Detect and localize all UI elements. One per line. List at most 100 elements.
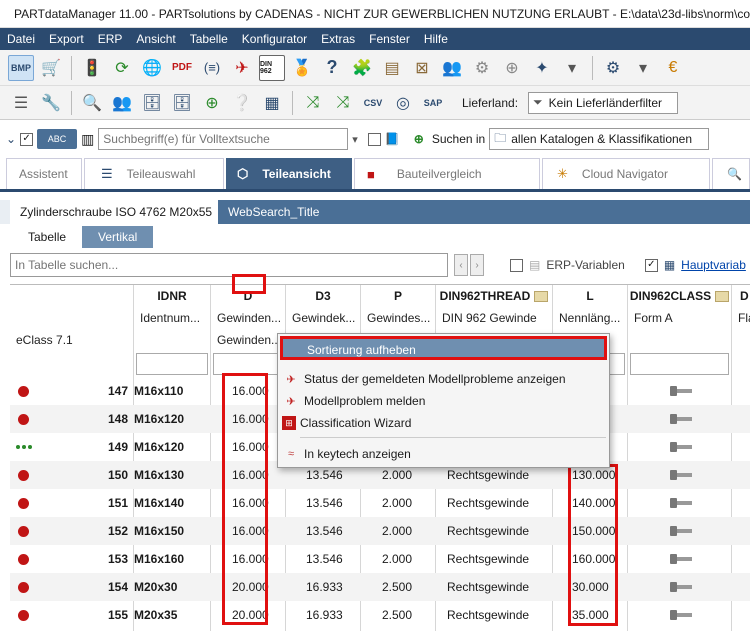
- column-filter-input[interactable]: [630, 353, 729, 375]
- target-icon[interactable]: ◎: [390, 90, 416, 116]
- list-icon[interactable]: ☰: [8, 90, 34, 116]
- pdf-icon[interactable]: PDF: [169, 55, 195, 81]
- column-description: Identnum...: [140, 311, 201, 325]
- compare-icon[interactable]: ⤨: [300, 90, 326, 116]
- prev-match-button[interactable]: ‹: [454, 254, 468, 276]
- tab-teileauswahl-label: Teileauswahl: [126, 167, 196, 181]
- menu-item-problem-status[interactable]: ✈ Status der gemeldeten Modellprobleme a…: [282, 368, 606, 390]
- chevron-double-down-icon[interactable]: ⌄: [6, 132, 16, 146]
- doc-tab-part[interactable]: Zylinderschraube ISO 4762 M20x55: [10, 200, 218, 224]
- tab-vertikal[interactable]: Vertikal: [82, 226, 154, 248]
- cell-idnr: M20x35: [134, 608, 178, 622]
- chevron-down-icon[interactable]: ▾: [559, 55, 585, 81]
- calendar-icon[interactable]: ▦: [259, 90, 285, 116]
- menu-export[interactable]: Export: [42, 28, 91, 50]
- robot-icon[interactable]: ⚙: [469, 55, 495, 81]
- database-help-icon[interactable]: ❔: [229, 90, 255, 116]
- bmp-export-button[interactable]: BMP: [8, 54, 34, 81]
- fingerprint-icon[interactable]: ▥: [81, 131, 94, 148]
- cart-icon[interactable]: 🛒: [38, 55, 64, 81]
- tab-teileansicht[interactable]: ⬡ Teileansicht: [226, 158, 352, 189]
- menu-tabelle[interactable]: Tabelle: [183, 28, 235, 50]
- airplane-icon: ✈: [286, 373, 296, 386]
- tab-assistent[interactable]: Assistent: [6, 158, 82, 189]
- components-icon[interactable]: 🧩: [349, 55, 375, 81]
- database-icon[interactable]: 🗄: [139, 90, 165, 116]
- abc-button[interactable]: ABC: [37, 129, 78, 149]
- grid-icon[interactable]: ⊠: [409, 55, 435, 81]
- shelf-icon[interactable]: ▤: [379, 55, 405, 81]
- table-row[interactable]: 151 M16x140 16.000 13.546 2.000 Rechtsgewinde…: [10, 489, 750, 517]
- search-parts-icon[interactable]: 🔍: [79, 90, 105, 116]
- tab-tabelle[interactable]: Tabelle: [12, 226, 83, 248]
- catalog-select[interactable]: 🗀 allen Katalogen & Klassifikationen: [489, 128, 710, 150]
- table-row[interactable]: 153 M16x160 16.000 13.546 2.000 Rechtsgewinde…: [10, 545, 750, 573]
- users-icon[interactable]: 👥: [109, 90, 135, 116]
- model-problem-icon[interactable]: ✈: [229, 55, 255, 81]
- wand-icon[interactable]: ✦: [529, 55, 555, 81]
- database-icon[interactable]: 🗄: [169, 90, 195, 116]
- tab-bauteilvergleich[interactable]: ■ Bauteilvergleich: [354, 158, 540, 189]
- menu-konfigurator[interactable]: Konfigurator: [235, 28, 314, 50]
- table-row[interactable]: 154 M20x30 20.000 16.933 2.500 Rechtsgewinde 3…: [10, 573, 750, 601]
- table-search-input[interactable]: [10, 253, 448, 277]
- table-row[interactable]: 155 M20x35 20.000 16.933 2.500 Rechtsgewinde 3…: [10, 601, 750, 629]
- main-variables-checkbox[interactable]: ✓: [644, 258, 658, 272]
- search-tab[interactable]: 🔍: [712, 158, 750, 189]
- table-row[interactable]: 152 M16x150 16.000 13.546 2.000 Rechtsgewinde…: [10, 517, 750, 545]
- supplier-filter-select[interactable]: ⏷ Kein Lieferländerfilter: [528, 91, 679, 114]
- database-add-icon[interactable]: ⊕: [199, 90, 225, 116]
- menu-erp[interactable]: ERP: [91, 28, 130, 50]
- menu-item-classification-wizard[interactable]: ⊞ Classification Wizard: [282, 412, 606, 434]
- settings-icon[interactable]: ⚙: [600, 55, 626, 81]
- column-filter-input[interactable]: [136, 353, 208, 375]
- cube-icon: ⬡: [237, 166, 249, 181]
- traffic-light-icon[interactable]: 🚦: [79, 55, 105, 81]
- menu-item-report-problem[interactable]: ✈ Modellproblem melden: [282, 390, 606, 412]
- fulltext-checkbox[interactable]: ✓: [20, 132, 34, 146]
- tab-cloud-navigator[interactable]: ✳ Cloud Navigator: [542, 158, 710, 189]
- csv-icon[interactable]: CSV: [360, 90, 386, 116]
- column-description: Gewindek...: [292, 311, 356, 325]
- people-icon[interactable]: 👥: [439, 55, 465, 81]
- window-title: PARTdataManager 11.00 - PARTsolutions by…: [14, 6, 750, 21]
- fulltext-search-input[interactable]: [98, 128, 349, 150]
- main-variables-link[interactable]: Hauptvariab: [681, 258, 746, 272]
- menu-datei[interactable]: Datei: [0, 28, 42, 50]
- menu-item-clear-sort[interactable]: Sortierung aufheben: [280, 336, 607, 360]
- sap-icon[interactable]: SAP: [420, 90, 446, 116]
- hierarchy-icon[interactable]: ⊕: [499, 55, 525, 81]
- chevron-down-icon[interactable]: ▾: [630, 55, 656, 81]
- cell-row-number: 155: [107, 608, 128, 622]
- column-filter-input[interactable]: [213, 353, 283, 375]
- menu-fenster[interactable]: Fenster: [362, 28, 417, 50]
- chevron-down-icon[interactable]: ▾: [352, 133, 358, 146]
- menu-extras[interactable]: Extras: [314, 28, 362, 50]
- menu-ansicht[interactable]: Ansicht: [129, 28, 182, 50]
- paren-button[interactable]: (≡): [199, 55, 225, 81]
- edit-icon[interactable]: [534, 291, 549, 303]
- search-go-icon[interactable]: ⊕: [414, 132, 424, 146]
- edit-icon[interactable]: [715, 291, 730, 303]
- help-button[interactable]: ?: [319, 55, 345, 81]
- cell-l: 150.000: [572, 524, 616, 538]
- cell-d: 16.000: [232, 412, 269, 426]
- tools-icon[interactable]: 🔧: [38, 90, 64, 116]
- menu-hilfe[interactable]: Hilfe: [417, 28, 455, 50]
- refresh-icon[interactable]: ⟳: [109, 55, 135, 81]
- cell-row-number: 154: [107, 580, 128, 594]
- next-match-button[interactable]: ›: [470, 254, 484, 276]
- sort-indicator[interactable]: ^: [243, 285, 248, 290]
- globe-icon[interactable]: 🌐: [139, 55, 165, 81]
- erp-variables-checkbox[interactable]: [510, 258, 523, 272]
- screw-preview-icon: [670, 386, 692, 396]
- din-962-button[interactable]: DIN 962: [259, 54, 285, 81]
- doc-tab-websearch[interactable]: WebSearch_Title: [218, 200, 750, 224]
- certificate-icon[interactable]: 🏅: [289, 55, 315, 81]
- tab-bauteilvergleich-label: Bauteilvergleich: [396, 167, 482, 181]
- menu-item-keytech[interactable]: ≈ In keytech anzeigen: [282, 443, 606, 465]
- book-checkbox[interactable]: [367, 132, 381, 146]
- tab-teileauswahl[interactable]: ☰ Teileauswahl: [84, 158, 224, 189]
- price-icon[interactable]: €: [660, 55, 686, 81]
- compare-icon[interactable]: ⤨: [330, 90, 356, 116]
